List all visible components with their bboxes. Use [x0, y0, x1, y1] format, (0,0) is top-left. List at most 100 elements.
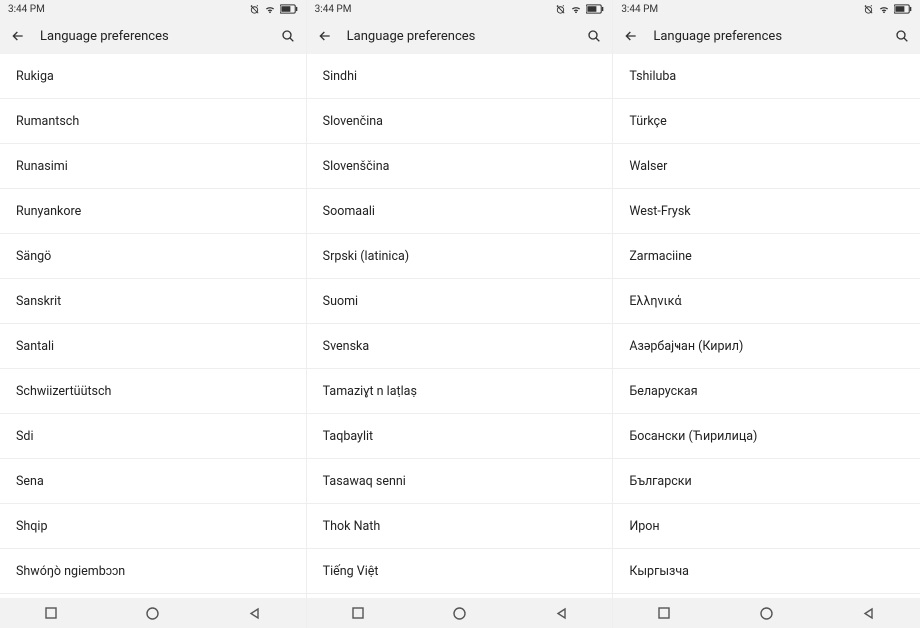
alarm-off-icon [555, 4, 566, 15]
list-item[interactable]: Tshiluba [613, 54, 920, 99]
language-label: Svenska [323, 339, 370, 354]
status-time: 3:44 PM [315, 4, 352, 15]
search-icon [280, 28, 296, 44]
list-item[interactable]: Rumantsch [0, 99, 306, 144]
status-icons [555, 4, 604, 15]
list-item[interactable]: Slovenčina [307, 99, 613, 144]
list-item[interactable]: Sdi [0, 414, 306, 459]
back-button[interactable] [619, 24, 643, 48]
language-label: Rumantsch [16, 114, 79, 129]
language-label: Runyankore [16, 204, 81, 219]
language-list[interactable]: Rukiga Rumantsch Runasimi Runyankore Sängö Sa… [0, 54, 306, 598]
list-item[interactable]: Български [613, 459, 920, 504]
list-item[interactable]: Ελληνικά [613, 279, 920, 324]
list-item[interactable]: Slovenščina [307, 144, 613, 189]
battery-icon [586, 4, 604, 14]
nav-back-button[interactable] [241, 603, 269, 623]
list-item[interactable]: Беларуская [613, 369, 920, 414]
language-label: Walser [629, 159, 667, 174]
language-label: Sängö [16, 249, 51, 264]
triangle-icon [862, 607, 875, 620]
square-icon [352, 607, 364, 619]
language-label: Беларуская [629, 384, 697, 399]
square-icon [45, 607, 57, 619]
list-item[interactable]: Sängö [0, 234, 306, 279]
list-item[interactable]: Walser [613, 144, 920, 189]
list-item[interactable]: Runasimi [0, 144, 306, 189]
alarm-off-icon [249, 4, 260, 15]
back-icon [317, 28, 333, 44]
search-button[interactable] [582, 24, 606, 48]
list-item[interactable]: Азәрбајҹан (Кирил) [613, 324, 920, 369]
language-label: Rukiga [16, 69, 54, 84]
phone-screen: 3:44 PM Language preferences RukigaRuman… [0, 0, 307, 628]
search-button[interactable] [276, 24, 300, 48]
language-label: Азәрбајҹан (Кирил) [629, 339, 743, 354]
list-item[interactable]: Shqip [0, 504, 306, 549]
list-item[interactable]: Rukiga [0, 54, 306, 99]
app-bar: Language preferences [307, 18, 613, 54]
language-label: Tshiluba [629, 69, 676, 84]
list-item[interactable]: Svenska [307, 324, 613, 369]
wifi-icon [264, 4, 276, 15]
list-item[interactable]: Shwóŋò ngiembɔɔn [0, 549, 306, 594]
list-item[interactable]: Tamaziɣt n laṭlaṣ [307, 369, 613, 414]
list-item[interactable]: Босански (Ћирилица) [613, 414, 920, 459]
nav-home-button[interactable] [139, 603, 167, 623]
language-label: Slovenščina [323, 159, 390, 174]
app-bar: Language preferences [0, 18, 306, 54]
language-label: Босански (Ћирилица) [629, 429, 757, 444]
nav-back-button[interactable] [855, 603, 883, 623]
nav-home-button[interactable] [445, 603, 473, 623]
language-label: Sdi [16, 429, 34, 444]
list-item[interactable]: Sanskrit [0, 279, 306, 324]
nav-recent-button[interactable] [650, 603, 678, 623]
list-item[interactable]: West-Frysk [613, 189, 920, 234]
list-item[interactable]: Türkçe [613, 99, 920, 144]
language-label: Sanskrit [16, 294, 61, 309]
circle-icon [453, 607, 466, 620]
battery-icon [280, 4, 298, 14]
language-label: West-Frysk [629, 204, 690, 219]
list-item[interactable]: Taqbaylit [307, 414, 613, 459]
language-label: Thok Nath [323, 519, 381, 534]
language-label: Taqbaylit [323, 429, 373, 444]
list-item[interactable]: Tasawaq senni [307, 459, 613, 504]
battery-icon [894, 4, 912, 14]
nav-home-button[interactable] [753, 603, 781, 623]
language-label: Tasawaq senni [323, 474, 406, 489]
app-bar: Language preferences [613, 18, 920, 54]
list-item[interactable]: Sena [0, 459, 306, 504]
list-item[interactable]: Srpski (latinica) [307, 234, 613, 279]
list-item[interactable]: Zarmaciine [613, 234, 920, 279]
alarm-off-icon [863, 4, 874, 15]
list-item[interactable]: Soomaali [307, 189, 613, 234]
nav-recent-button[interactable] [344, 603, 372, 623]
list-item[interactable]: Suomi [307, 279, 613, 324]
language-label: Srpski (latinica) [323, 249, 410, 264]
triangle-icon [555, 607, 568, 620]
list-item[interactable]: Tiếng Việt [307, 549, 613, 594]
language-label: Кыргызча [629, 564, 689, 579]
list-item[interactable]: Кыргызча [613, 549, 920, 594]
nav-bar [307, 598, 613, 628]
language-label: Zarmaciine [629, 249, 691, 264]
search-icon [586, 28, 602, 44]
search-button[interactable] [890, 24, 914, 48]
phone-screen: 3:44 PM Language preferences Tshiluba Tür… [613, 0, 920, 628]
nav-back-button[interactable] [547, 603, 575, 623]
nav-recent-button[interactable] [37, 603, 65, 623]
list-item[interactable]: Ирон [613, 504, 920, 549]
back-button[interactable] [6, 24, 30, 48]
status-bar: 3:44 PM [613, 0, 920, 18]
list-item[interactable]: Thok Nath [307, 504, 613, 549]
list-item[interactable]: Santali [0, 324, 306, 369]
list-item[interactable]: Runyankore [0, 189, 306, 234]
list-item[interactable]: Sindhi [307, 54, 613, 99]
list-item[interactable]: Schwiizertüütsch [0, 369, 306, 414]
language-label: Santali [16, 339, 54, 354]
app-bar-title: Language preferences [651, 29, 882, 44]
back-button[interactable] [313, 24, 337, 48]
language-list[interactable]: SindhiSlovenčina Slovenščina Soomaali Srpsk… [307, 54, 613, 598]
language-list[interactable]: Tshiluba Türkçe Walser West-Frysk Zarmaciine… [613, 54, 920, 598]
